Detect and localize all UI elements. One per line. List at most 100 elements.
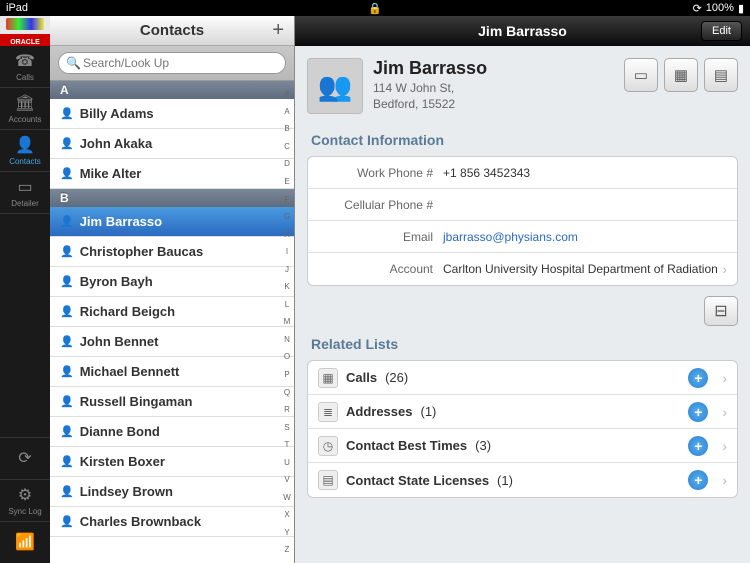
accounts-icon: 🏛: [15, 93, 35, 113]
person-icon: 👤: [60, 275, 74, 288]
detail-panel: Jim Barrasso Edit 👥 Jim Barrasso 114 W J…: [295, 16, 750, 563]
person-icon: 👤: [60, 365, 74, 378]
index-letter[interactable]: S: [280, 423, 294, 432]
section-header: B: [50, 189, 294, 207]
contact-row[interactable]: 👤Charles Brownback: [50, 507, 294, 537]
calls-icon: ☎: [15, 51, 35, 71]
add-icon[interactable]: +: [688, 402, 708, 422]
status-bar: iPad 🔒 ⟳ 100% ▮: [0, 0, 750, 16]
nav-icon: ⟳: [18, 448, 31, 468]
sidebar-item-accounts[interactable]: 🏛Accounts: [0, 88, 50, 130]
related-row[interactable]: ▦Calls(26)+›: [308, 361, 737, 395]
person-icon: 👤: [60, 395, 74, 408]
contact-row[interactable]: 👤Kirsten Boxer: [50, 447, 294, 477]
contact-row[interactable]: 👤Mike Alter: [50, 159, 294, 189]
index-letter[interactable]: V: [280, 475, 294, 484]
action-card-icon[interactable]: ▭: [624, 58, 658, 92]
action-present-icon[interactable]: ▦: [664, 58, 698, 92]
index-letter[interactable]: M: [280, 317, 294, 326]
person-icon: 👤: [60, 305, 74, 318]
add-icon[interactable]: +: [688, 436, 708, 456]
detail-title: Jim Barrasso: [478, 23, 567, 39]
index-letter[interactable]: P: [280, 370, 294, 379]
brand-label: ORACLE: [10, 39, 40, 46]
chevron-right-icon: ›: [722, 261, 727, 277]
contact-row[interactable]: 👤Lindsey Brown: [50, 477, 294, 507]
related-row[interactable]: ≣Addresses(1)+›: [308, 395, 737, 429]
index-letter[interactable]: L: [280, 300, 294, 309]
index-letter[interactable]: J: [280, 265, 294, 274]
email-value[interactable]: jbarrasso@physians.com: [443, 230, 727, 244]
contact-row[interactable]: 👤John Bennet: [50, 327, 294, 357]
index-letter[interactable]: B: [280, 124, 294, 133]
index-letter[interactable]: W: [280, 493, 294, 502]
add-contact-button[interactable]: +: [272, 19, 284, 42]
contact-row[interactable]: 👤Byron Bayh: [50, 267, 294, 297]
person-icon: 👤: [60, 137, 74, 150]
index-letter[interactable]: R: [280, 405, 294, 414]
sidebar-item-calls[interactable]: ☎Calls: [0, 46, 50, 88]
section-header: A: [50, 81, 294, 99]
person-icon: 👤: [60, 515, 74, 528]
index-letter[interactable]: F: [280, 195, 294, 204]
contact-row[interactable]: 👤Russell Bingaman: [50, 387, 294, 417]
index-letter[interactable]: O: [280, 352, 294, 361]
index-letter[interactable]: E: [280, 177, 294, 186]
cell-phone-label: Cellular Phone #: [318, 198, 443, 212]
contact-row[interactable]: 👤John Akaka: [50, 129, 294, 159]
brand-header: ORACLE: [0, 16, 50, 46]
related-icon: ≣: [318, 402, 338, 422]
index-letter[interactable]: C: [280, 142, 294, 151]
search-icon: 🔍: [66, 56, 81, 70]
index-letter[interactable]: D: [280, 159, 294, 168]
index-letter[interactable]: T: [280, 440, 294, 449]
index-letter[interactable]: Q: [280, 388, 294, 397]
detailer-icon: ▭: [17, 177, 32, 197]
contact-row[interactable]: 👤Richard Beigch: [50, 297, 294, 327]
index-letter[interactable]: #: [280, 89, 294, 98]
related-row[interactable]: ▤Contact State Licenses(1)+›: [308, 463, 737, 497]
list-title: Contacts: [140, 22, 204, 39]
index-letter[interactable]: Y: [280, 528, 294, 537]
add-icon[interactable]: +: [688, 368, 708, 388]
battery-icon: ▮: [738, 2, 744, 15]
more-details-button[interactable]: ⊟: [704, 296, 738, 326]
contact-name: Jim Barrasso: [373, 58, 487, 79]
index-letter[interactable]: I: [280, 247, 294, 256]
add-icon[interactable]: +: [688, 470, 708, 490]
index-letter[interactable]: K: [280, 282, 294, 291]
work-phone-value: +1 856 3452343: [443, 166, 727, 180]
edit-button[interactable]: Edit: [701, 21, 742, 41]
alpha-index[interactable]: # ABCDEFGHIJKLMNOPQRSTUVWXYZ: [280, 81, 294, 563]
action-calendar-icon[interactable]: ▤: [704, 58, 738, 92]
sidebar-item-contacts[interactable]: 👤Contacts: [0, 130, 50, 172]
account-row[interactable]: Account Carlton University Hospital Depa…: [308, 253, 737, 285]
contact-row[interactable]: 👤Billy Adams: [50, 99, 294, 129]
work-phone-label: Work Phone #: [318, 166, 443, 180]
index-letter[interactable]: Z: [280, 545, 294, 554]
index-letter[interactable]: U: [280, 458, 294, 467]
person-icon: 👤: [60, 167, 74, 180]
sidebar-bottom-item[interactable]: 📶: [0, 521, 50, 563]
contact-row[interactable]: 👤Dianne Bond: [50, 417, 294, 447]
sidebar-bottom-item[interactable]: ⟳: [0, 437, 50, 479]
chevron-right-icon: ›: [722, 404, 727, 420]
sidebar-item-detailer[interactable]: ▭Detailer: [0, 172, 50, 214]
index-letter[interactable]: X: [280, 510, 294, 519]
index-letter[interactable]: N: [280, 335, 294, 344]
person-icon: 👤: [60, 245, 74, 258]
device-label: iPad: [6, 2, 28, 14]
related-lists: ▦Calls(26)+›≣Addresses(1)+›◷Contact Best…: [307, 360, 738, 498]
contact-row[interactable]: 👤Michael Bennett: [50, 357, 294, 387]
search-input[interactable]: [58, 52, 286, 74]
index-letter[interactable]: A: [280, 107, 294, 116]
contact-row[interactable]: 👤Christopher Baucas: [50, 237, 294, 267]
related-row[interactable]: ◷Contact Best Times(3)+›: [308, 429, 737, 463]
chevron-right-icon: ›: [722, 370, 727, 386]
contact-row[interactable]: 👤Jim Barrasso: [50, 207, 294, 237]
related-icon: ▦: [318, 368, 338, 388]
index-letter[interactable]: H: [280, 230, 294, 239]
index-letter[interactable]: G: [280, 212, 294, 221]
sidebar-bottom-item[interactable]: ⚙Sync Log: [0, 479, 50, 521]
nav-icon: 📶: [15, 532, 35, 552]
